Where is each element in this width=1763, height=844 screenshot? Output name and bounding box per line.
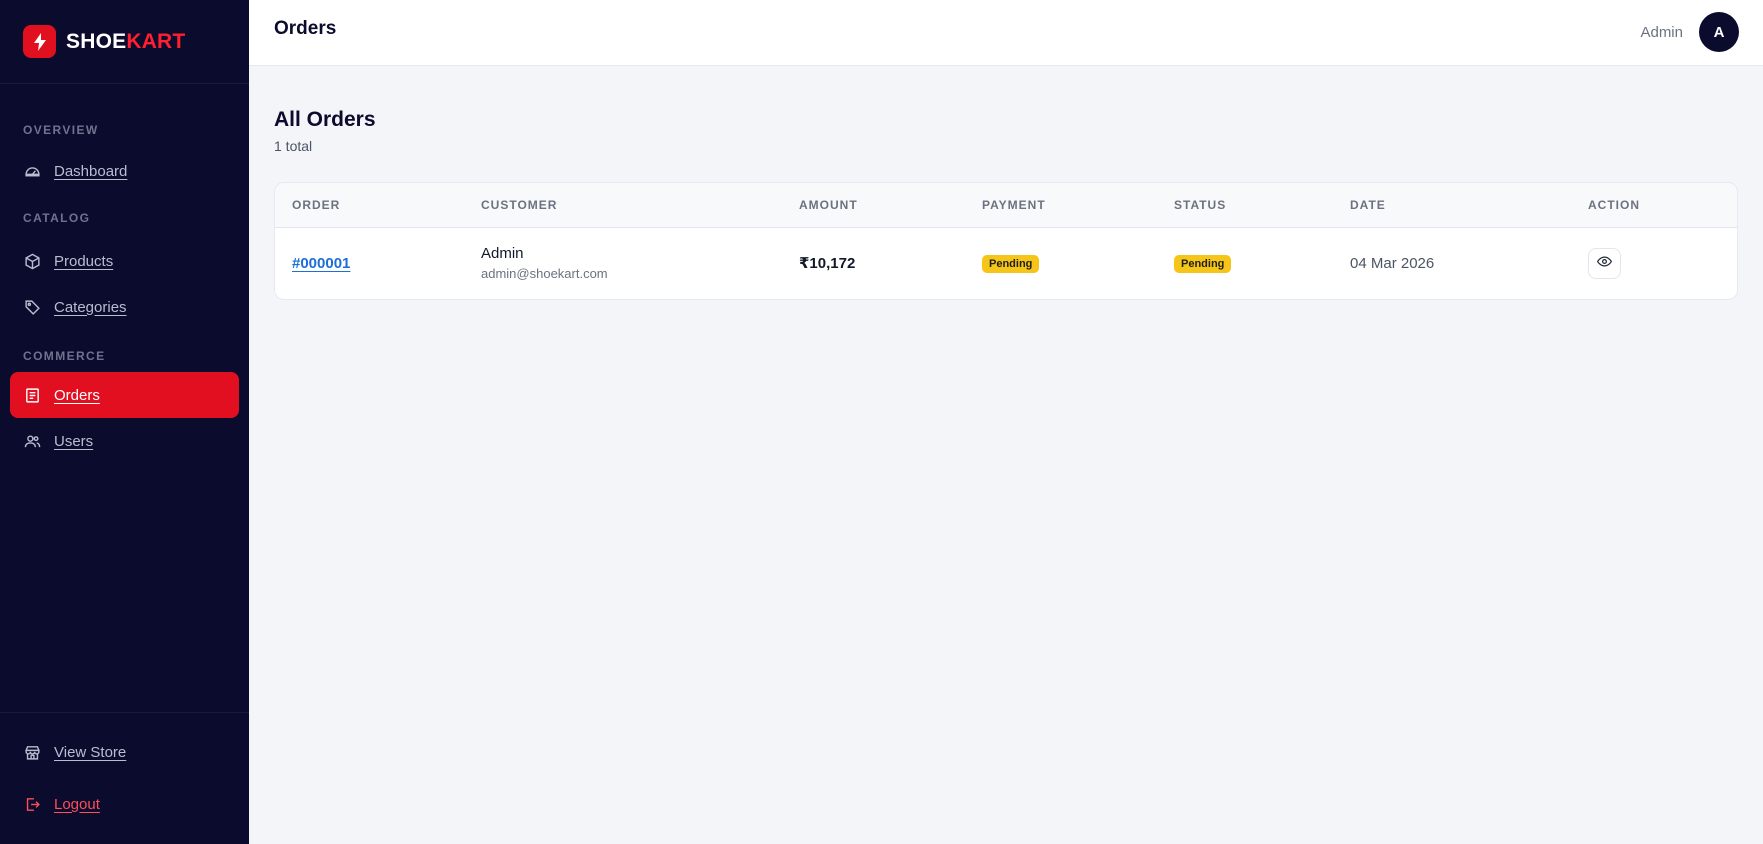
user-menu[interactable]: Admin A [1640,12,1739,52]
main-area: Orders Admin A All Orders 1 total ORDER [249,0,1763,844]
column-header-customer[interactable]: CUSTOMER [464,183,782,227]
brand-name: SHOEKART [66,30,185,54]
column-header-date[interactable]: DATE [1333,183,1571,227]
payment-status-badge: Pending [982,254,1040,273]
nav-section-overview: OVERVIEW [23,123,99,137]
app-root: SHOEKART OVERVIEW Dashboard CATALOG Prod… [0,0,1763,844]
customer-email: admin@shoekart.com [481,266,608,282]
view-order-button[interactable] [1588,247,1621,279]
column-header-amount[interactable]: AMOUNT [782,183,965,227]
logout-icon [23,795,41,813]
orders-table-card: ORDER CUSTOMER AMOUNT PAYMENT STATUS DAT… [274,182,1738,300]
brand-name-part2: KART [126,29,186,53]
order-date: 04 Mar 2026 [1350,254,1435,272]
sidebar-item-logout[interactable]: Logout [10,778,239,830]
gauge-icon [23,162,41,180]
sidebar: SHOEKART OVERVIEW Dashboard CATALOG Prod… [0,0,249,844]
sidebar-nav: OVERVIEW Dashboard CATALOG Products Cate… [0,84,249,712]
users-icon [23,432,41,450]
page-title: All Orders [274,108,376,131]
avatar[interactable]: A [1699,12,1739,52]
order-amount: ₹10,172 [799,255,856,273]
customer-name: Admin [481,245,524,263]
cell-customer: Admin admin@shoekart.com [464,227,782,299]
column-header-order[interactable]: ORDER [275,183,464,227]
topbar-user-name: Admin [1640,23,1683,41]
cell-payment: Pending [965,227,1157,299]
sidebar-item-label: Logout [54,795,100,813]
box-icon [23,252,41,270]
receipt-icon [23,386,41,404]
sidebar-item-label: Products [54,252,114,270]
sidebar-item-products[interactable]: Products [10,238,239,284]
topbar-title: Orders [274,18,337,39]
eye-icon [1596,254,1613,273]
column-header-action: ACTION [1588,197,1640,212]
sidebar-bottom: View Store Logout [0,712,249,844]
column-header-payment[interactable]: PAYMENT [965,183,1157,227]
order-count: 1 total [274,138,313,154]
sidebar-item-label: Categories [54,298,127,316]
cell-amount: ₹10,172 [782,227,965,299]
column-header-status[interactable]: STATUS [1157,183,1333,227]
cell-order: #000001 [275,227,464,299]
content: All Orders 1 total ORDER CUSTOMER AMOUNT… [249,66,1763,300]
tag-icon [23,298,41,316]
table-row: #000001 Admin admin@shoekart.com ₹10,172… [275,227,1737,299]
brand-name-part1: SHOE [66,29,127,53]
bolt-icon [23,25,56,58]
table-header-row: ORDER CUSTOMER AMOUNT PAYMENT STATUS DAT… [275,183,1737,227]
sidebar-item-label: Dashboard [54,162,128,180]
sidebar-item-users[interactable]: Users [10,418,239,464]
order-id-link[interactable]: #000001 [292,255,350,272]
order-status-badge: Pending [1174,254,1232,273]
sidebar-item-label: Users [54,432,94,450]
cell-action [1571,227,1737,299]
cell-date: 04 Mar 2026 [1333,227,1571,299]
sidebar-item-label: Orders [54,386,100,404]
nav-section-commerce: COMMERCE [23,349,106,363]
sidebar-item-orders[interactable]: Orders [10,372,239,418]
sidebar-item-view-store[interactable]: View Store [10,726,239,778]
nav-section-catalog: CATALOG [23,211,91,225]
store-icon [23,743,41,761]
cell-status: Pending [1157,227,1333,299]
brand[interactable]: SHOEKART [0,0,249,84]
topbar: Orders Admin A [249,0,1763,66]
orders-table: ORDER CUSTOMER AMOUNT PAYMENT STATUS DAT… [275,183,1737,299]
sidebar-item-categories[interactable]: Categories [10,284,239,330]
sidebar-item-label: View Store [54,743,127,761]
sidebar-item-dashboard[interactable]: Dashboard [10,148,239,194]
